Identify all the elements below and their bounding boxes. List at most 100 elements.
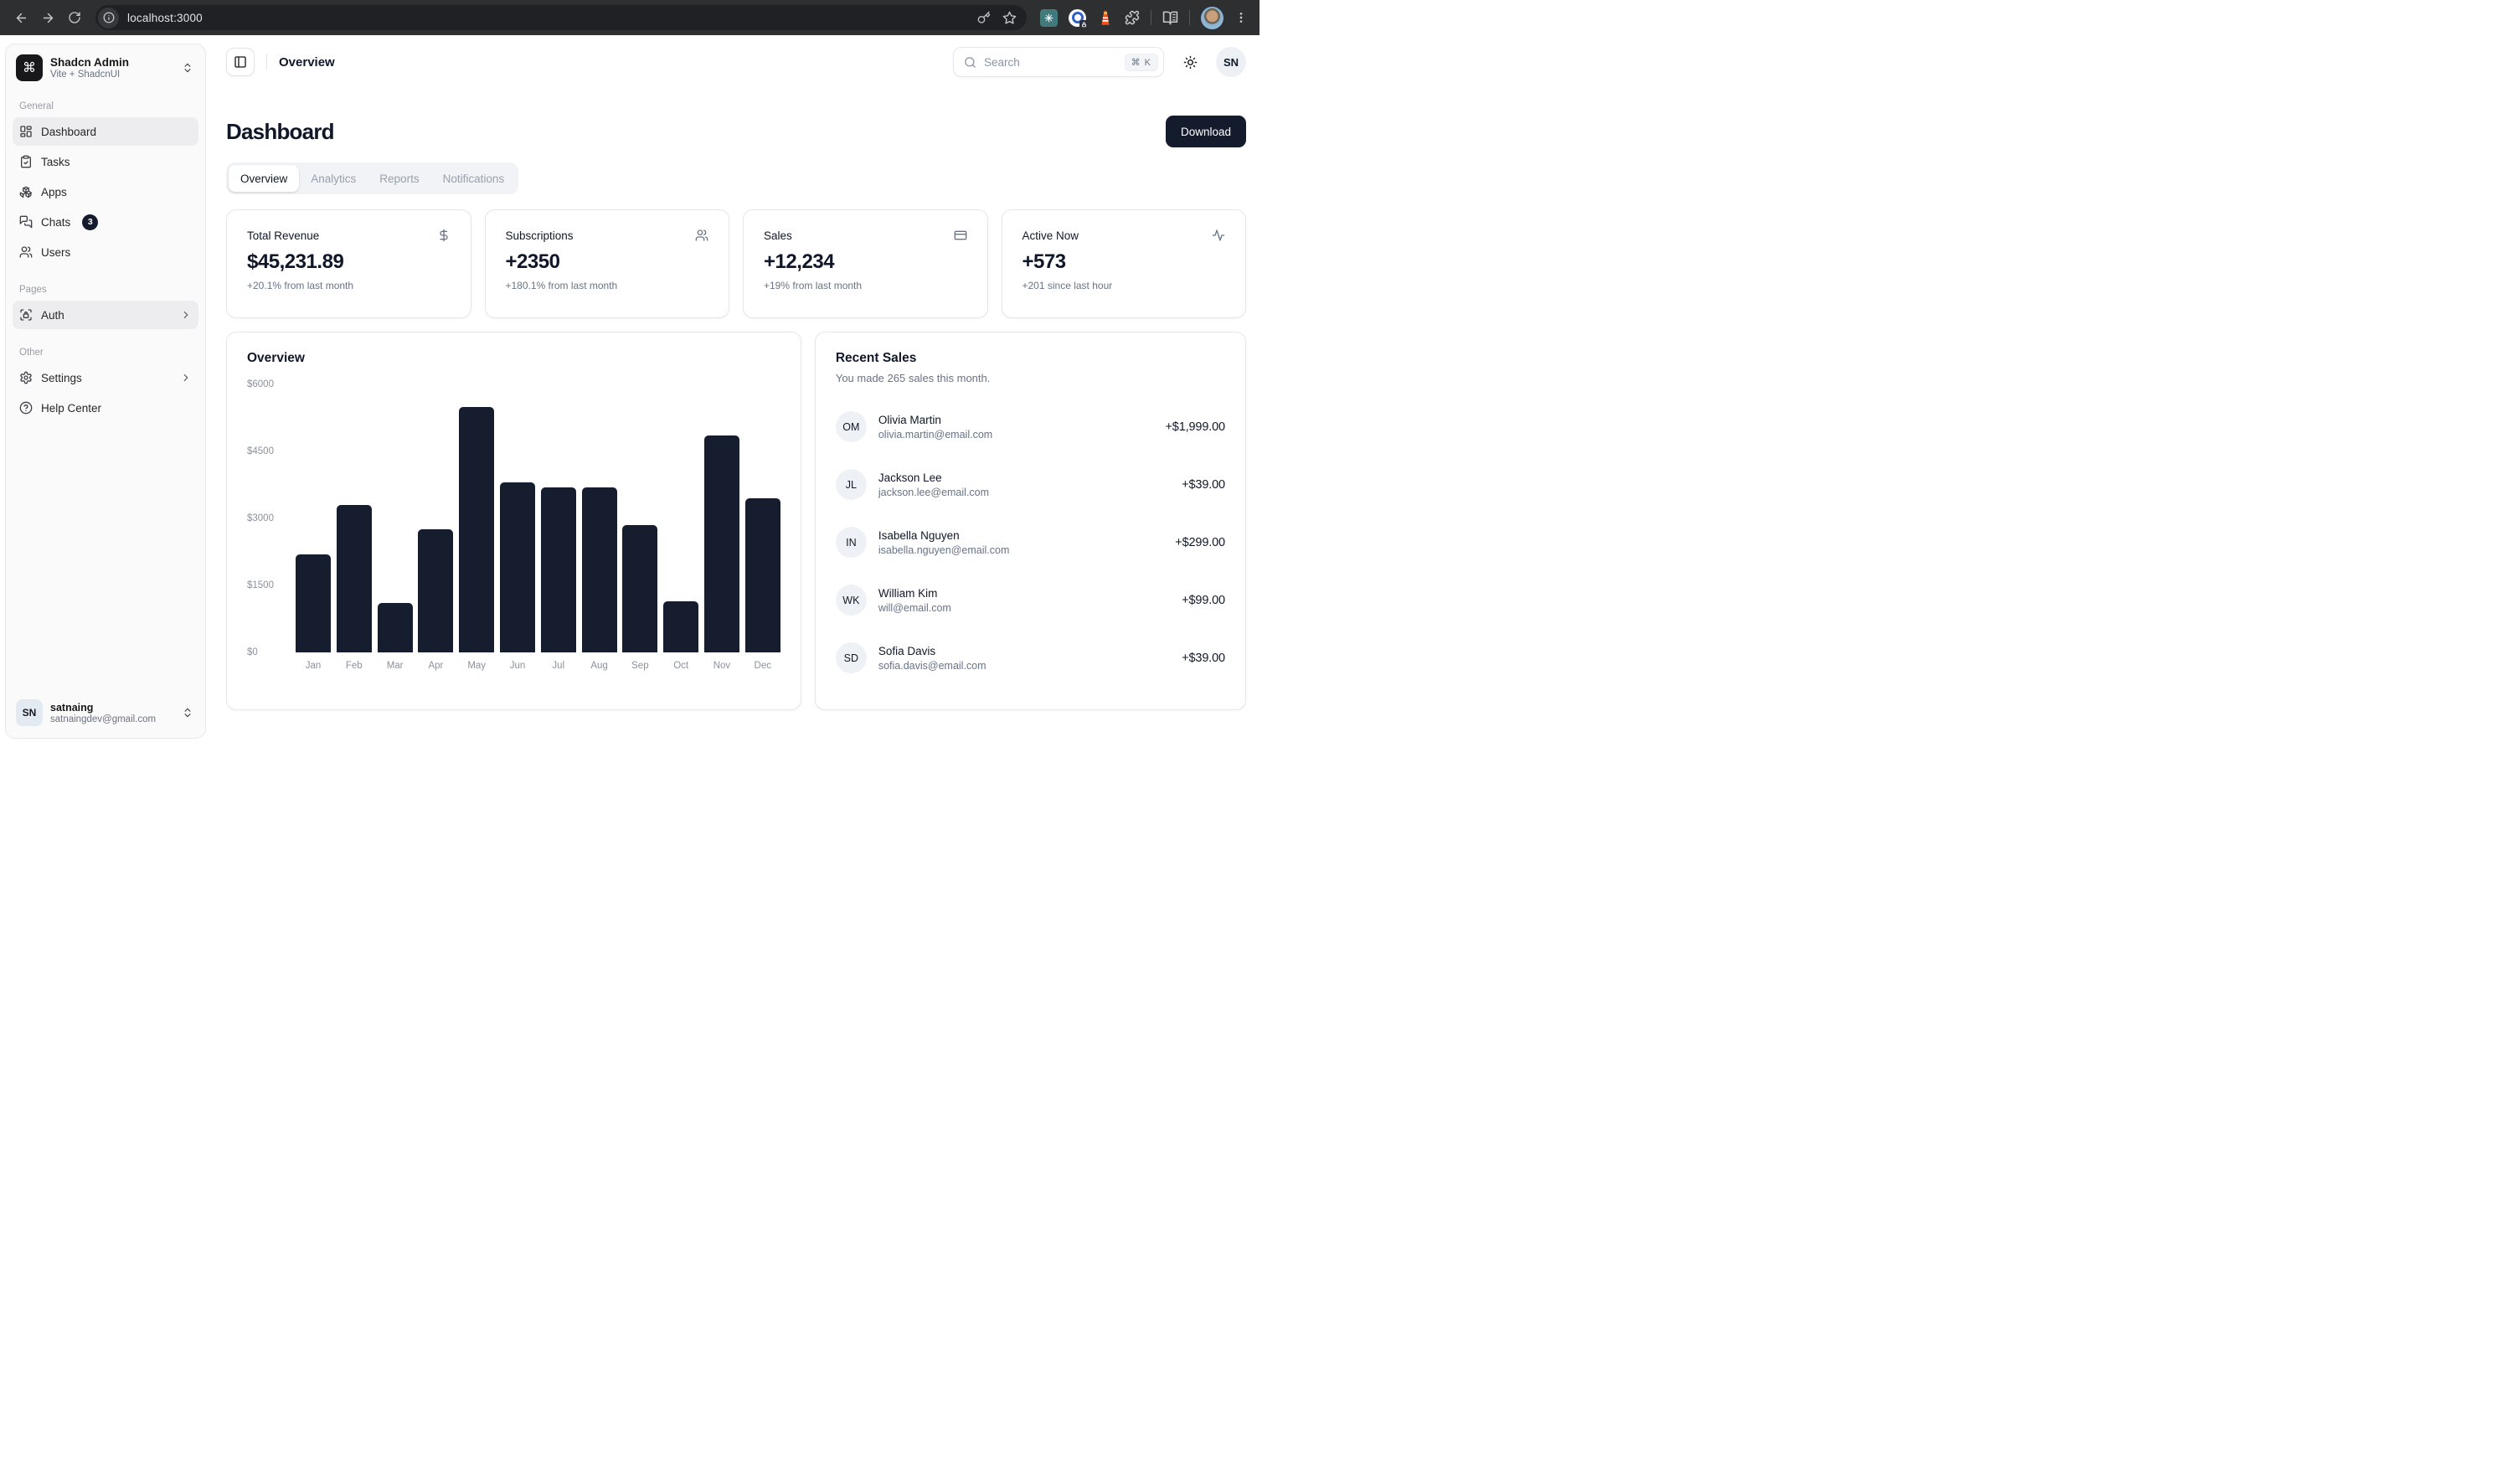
x-tick-label: May <box>459 661 494 671</box>
chrome-divider <box>1189 10 1190 25</box>
reading-list-icon[interactable] <box>1162 10 1178 26</box>
stat-delta: +180.1% from last month <box>506 280 709 291</box>
header-divider <box>266 54 267 70</box>
profile-avatar-button[interactable]: SN <box>1216 47 1246 77</box>
url-bar[interactable]: localhost:3000 <box>95 5 1027 30</box>
sale-amount: +$39.00 <box>1182 478 1225 492</box>
browser-forward-button[interactable] <box>35 5 60 30</box>
sidebar-toggle-button[interactable] <box>226 48 255 76</box>
workspace-switcher[interactable]: ⌘ Shadcn Admin Vite + ShadcnUI <box>13 51 198 85</box>
bar-Mar <box>378 603 413 652</box>
bar-Sep <box>622 525 657 652</box>
sidebar-item-label: Apps <box>41 186 67 198</box>
sale-email: jackson.lee@email.com <box>878 487 989 498</box>
sale-amount: +$39.00 <box>1182 652 1225 665</box>
app-name: Shadcn Admin <box>50 56 129 70</box>
browser-profile-avatar[interactable] <box>1201 7 1223 29</box>
sidebar-item-label: Auth <box>41 309 64 322</box>
x-tick-label: Nov <box>704 661 739 671</box>
password-key-icon[interactable] <box>977 11 991 24</box>
reload-icon <box>68 11 81 24</box>
sale-amount: +$299.00 <box>1175 536 1225 549</box>
bar-Jun <box>500 482 535 652</box>
sidebar-item-users[interactable]: Users <box>13 238 198 266</box>
stat-delta: +201 since last hour <box>1023 280 1226 291</box>
sun-icon <box>1183 55 1198 70</box>
sale-amount: +$1,999.00 <box>1165 420 1225 434</box>
sidebar-item-label: Help Center <box>41 402 101 415</box>
sale-email: will@email.com <box>878 602 951 614</box>
sale-row: IN Isabella Nguyen isabella.nguyen@email… <box>836 527 1225 558</box>
users-icon <box>19 245 33 259</box>
sidebar-item-chats[interactable]: Chats 3 <box>13 208 198 236</box>
x-tick-label: Apr <box>418 661 453 671</box>
theme-toggle-button[interactable] <box>1176 48 1204 76</box>
extensions-puzzle-icon[interactable] <box>1125 10 1140 25</box>
chats-icon <box>19 215 33 229</box>
stat-card-sales: Sales +12,234 +19% from last month <box>743 209 988 318</box>
sidebar-item-apps[interactable]: Apps <box>13 178 198 206</box>
sale-email: sofia.davis@email.com <box>878 660 986 672</box>
search-input[interactable]: Search ⌘ K <box>953 47 1164 77</box>
sale-name: Jackson Lee <box>878 471 989 484</box>
y-tick-label: $4500 <box>247 446 274 456</box>
tab-reports[interactable]: Reports <box>368 165 430 192</box>
x-axis: JanFebMarAprMayJunJulAugSepOctNovDec <box>296 661 780 671</box>
panel-left-icon <box>234 55 247 69</box>
search-shortcut-kbd: ⌘ K <box>1125 54 1158 71</box>
teal-extension-icon[interactable] <box>1040 9 1058 27</box>
apps-icon <box>19 185 33 198</box>
chevron-right-icon <box>180 372 192 384</box>
browser-reload-button[interactable] <box>62 5 87 30</box>
y-tick-label: $3000 <box>247 513 274 523</box>
sale-name: Isabella Nguyen <box>878 529 1010 542</box>
sidebar-group-label: Other <box>13 348 198 358</box>
lighthouse-extension-icon[interactable] <box>1097 9 1114 26</box>
sidebar-item-auth[interactable]: Auth <box>13 301 198 329</box>
download-button[interactable]: Download <box>1166 116 1246 147</box>
bar-plot <box>296 384 780 652</box>
breadcrumb: Overview <box>279 55 335 70</box>
users-icon <box>695 229 708 242</box>
user-menu[interactable]: SN satnaing satnaingdev@gmail.com <box>13 694 198 731</box>
lock-icon <box>1079 20 1089 29</box>
y-tick-label: $0 <box>247 647 258 657</box>
site-info-button[interactable] <box>98 8 119 28</box>
sale-avatar: WK <box>836 585 867 616</box>
chevrons-up-down-icon <box>182 62 195 74</box>
stat-delta: +19% from last month <box>764 280 967 291</box>
bookmark-star-icon[interactable] <box>1002 11 1017 25</box>
app-header: Overview Search ⌘ K SN <box>226 35 1246 89</box>
sale-avatar: SD <box>836 642 867 673</box>
sale-amount: +$99.00 <box>1182 594 1225 607</box>
sidebar-group-label: Pages <box>13 285 198 295</box>
onepassword-extension-icon[interactable] <box>1069 9 1086 27</box>
sidebar-item-settings[interactable]: Settings <box>13 363 198 392</box>
sale-row: WK William Kim will@email.com +$99.00 <box>836 585 1225 616</box>
bar-Aug <box>582 487 617 652</box>
stat-card-total-revenue: Total Revenue $45,231.89 +20.1% from las… <box>226 209 471 318</box>
tab-analytics[interactable]: Analytics <box>299 165 368 192</box>
kebab-menu-icon[interactable] <box>1234 11 1248 24</box>
sale-name: William Kim <box>878 587 951 600</box>
sale-name: Sofia Davis <box>878 645 986 657</box>
sale-row: SD Sofia Davis sofia.davis@email.com +$3… <box>836 642 1225 673</box>
sale-row: JL Jackson Lee jackson.lee@email.com +$3… <box>836 469 1225 500</box>
tab-notifications[interactable]: Notifications <box>431 165 517 192</box>
sale-avatar: IN <box>836 527 867 558</box>
recent-sales-card: Recent Sales You made 265 sales this mon… <box>815 332 1246 710</box>
url-text: localhost:3000 <box>127 12 203 24</box>
sidebar: ⌘ Shadcn Admin Vite + ShadcnUI General D… <box>5 44 206 739</box>
browser-back-button[interactable] <box>8 5 33 30</box>
settings-gear-icon <box>19 371 33 384</box>
bar-Dec <box>745 498 780 652</box>
tab-overview[interactable]: Overview <box>229 165 299 192</box>
x-tick-label: Aug <box>582 661 617 671</box>
sidebar-item-tasks[interactable]: Tasks <box>13 147 198 176</box>
user-avatar: SN <box>16 699 43 726</box>
stat-value: +12,234 <box>764 250 967 274</box>
x-tick-label: Jun <box>500 661 535 671</box>
sidebar-item-dashboard[interactable]: Dashboard <box>13 117 198 146</box>
forward-arrow-icon <box>41 11 55 25</box>
sidebar-item-help-center[interactable]: Help Center <box>13 394 198 422</box>
